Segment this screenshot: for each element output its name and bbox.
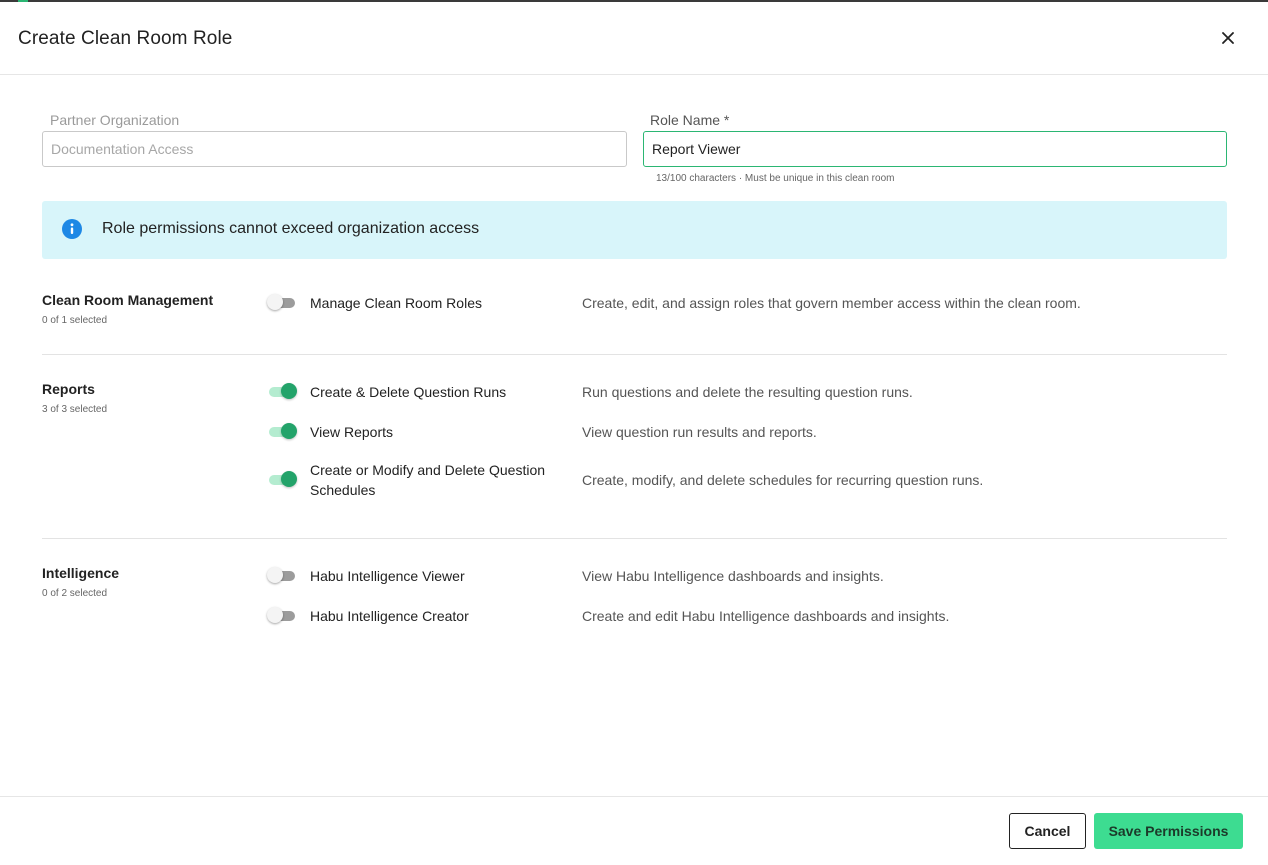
close-icon: [1222, 32, 1234, 44]
permission-description: Create, modify, and delete schedules for…: [582, 472, 984, 488]
section-title-clean-room-management: Clean Room Management: [42, 292, 214, 308]
section-count-intelligence: 0 of 2 selected: [42, 588, 108, 599]
permission-name: Create or Modify and Delete Question Sch…: [310, 462, 546, 498]
info-banner: Role permissions cannot exceed organizat…: [42, 201, 1227, 259]
section-title-intelligence: Intelligence: [42, 565, 120, 581]
section-count-clean-room-management: 0 of 1 selected: [42, 315, 108, 326]
close-button[interactable]: [1214, 24, 1242, 52]
role-name-input[interactable]: [643, 131, 1227, 167]
toggle-view-reports[interactable]: [267, 422, 297, 442]
permission-name: View Reports: [310, 424, 394, 440]
partner-organization-input[interactable]: [42, 131, 627, 167]
section-count-reports: 3 of 3 selected: [42, 404, 108, 415]
toggle-create-delete-question-runs[interactable]: [267, 382, 297, 402]
toggle-manage-clean-room-roles[interactable]: [267, 293, 297, 313]
permission-description: Run questions and delete the resulting q…: [582, 384, 913, 400]
section-divider: [42, 354, 1227, 355]
section-divider: [42, 538, 1227, 539]
permission-description: View question run results and reports.: [582, 424, 817, 440]
create-role-dialog: Create Clean Room Role Partner Organizat…: [0, 2, 1268, 865]
dialog-title: Create Clean Room Role: [18, 28, 233, 49]
cancel-button[interactable]: Cancel: [1009, 813, 1086, 849]
save-permissions-button[interactable]: Save Permissions: [1094, 813, 1243, 849]
dialog-footer-divider: [0, 796, 1268, 797]
toggle-habu-intelligence-viewer[interactable]: [267, 566, 297, 586]
role-name-helper: 13/100 characters · Must be unique in th…: [656, 173, 895, 184]
info-icon: [62, 219, 82, 239]
permission-description: Create, edit, and assign roles that gove…: [582, 295, 1081, 311]
toggle-question-schedules[interactable]: [267, 470, 297, 490]
permission-name: Manage Clean Room Roles: [310, 295, 482, 311]
permission-description: Create and edit Habu Intelligence dashbo…: [582, 608, 950, 624]
role-name-label: Role Name *: [650, 112, 730, 128]
permission-name: Create & Delete Question Runs: [310, 384, 507, 400]
partner-organization-label: Partner Organization: [50, 112, 180, 128]
banner-message: Role permissions cannot exceed organizat…: [102, 220, 480, 237]
permission-name: Habu Intelligence Viewer: [310, 568, 465, 584]
dialog-header: Create Clean Room Role: [0, 2, 1268, 75]
section-title-reports: Reports: [42, 381, 95, 397]
toggle-habu-intelligence-creator[interactable]: [267, 606, 297, 626]
permission-name: Habu Intelligence Creator: [310, 608, 469, 624]
permission-description: View Habu Intelligence dashboards and in…: [582, 568, 884, 584]
